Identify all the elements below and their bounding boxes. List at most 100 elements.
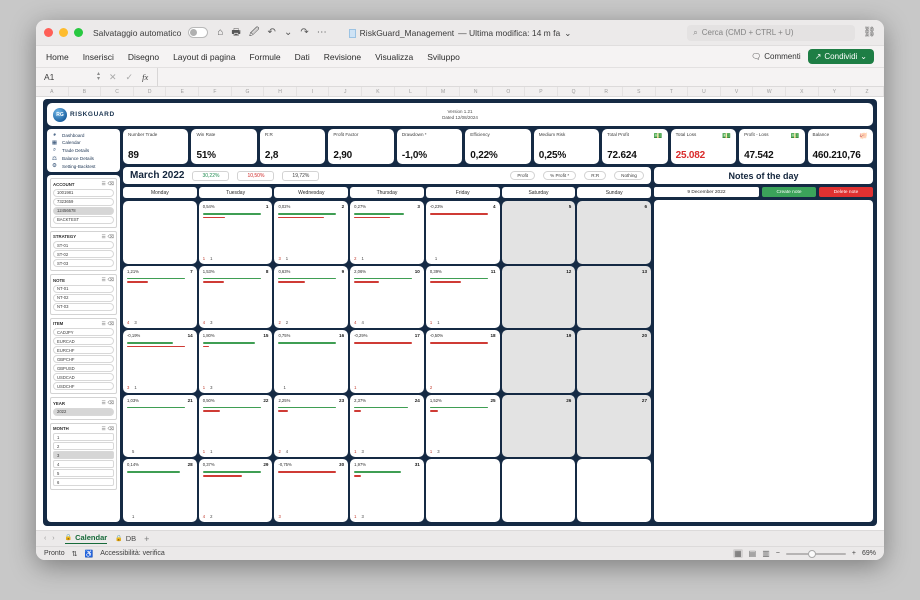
column-header-m[interactable]: M [427,87,460,96]
delete-note-button[interactable]: Delete note [819,187,873,197]
column-header-p[interactable]: P [525,87,558,96]
sidebar-item-calendar[interactable]: ▦ Calendar [51,140,116,146]
filter-option-1001981[interactable]: 1001981 [53,188,114,197]
calendar-day-cell[interactable]: 1,97% 31 1 3 [350,459,424,522]
column-header-x[interactable]: X [786,87,819,96]
multi-select-icon[interactable]: ☰ [102,426,106,432]
sidebar-item-balance-details[interactable]: ⚖ Balance Details [51,156,116,162]
calendar-day-cell[interactable]: 5 [501,201,576,264]
column-header-v[interactable]: V [721,87,754,96]
filter-option-7323659[interactable]: 7323659 [53,197,114,206]
note-date-field[interactable]: 9 December 2022 [654,187,759,197]
column-header-s[interactable]: S [623,87,656,96]
column-header-a[interactable]: A [36,87,69,96]
mode-nothing-button[interactable]: Nothing [614,171,644,180]
calendar-day-cell[interactable]: 2,37% 24 1 3 [350,394,424,458]
column-header-h[interactable]: H [264,87,297,96]
undo-icon[interactable]: ↶ [268,27,276,38]
filter-option-st-03[interactable]: ST-03 [53,259,114,267]
filter-option-eurcad[interactable]: EURCAD [53,337,114,345]
filter-option-1[interactable]: 1 [53,433,114,441]
cancel-formula-icon[interactable]: ✕ [109,72,117,83]
calendar-day-cell[interactable]: -0,19% 14 3 1 [123,330,197,393]
calendar-day-cell[interactable]: 2,06% 10 4 4 [350,265,424,329]
column-header-b[interactable]: B [69,87,102,96]
calendar-day-cell[interactable]: 1,21% 7 4 3 [123,265,197,329]
column-header-j[interactable]: J [329,87,363,96]
name-box[interactable]: A1 ▴ ▾ [44,71,100,82]
calendar-day-cell[interactable] [577,459,652,522]
multi-select-icon[interactable]: ☰ [102,400,106,406]
title-chevron-down-icon[interactable]: ⌄ [564,28,571,39]
filter-option-eurchf[interactable]: EURCHF [53,346,114,354]
zoom-out-button[interactable]: − [776,550,780,557]
page-layout-view-icon[interactable]: ▤ [749,549,757,558]
calendar-day-cell[interactable]: -0,29% 17 1 [350,330,424,393]
filter-option-gbpchf[interactable]: GBPCHF [53,355,114,363]
clear-filter-icon[interactable]: ⌫ [108,321,114,327]
calendar-day-cell[interactable]: 19 [501,330,576,393]
calendar-day-cell[interactable]: 0,37% 29 4 2 [198,459,273,522]
tab-sviluppo[interactable]: Sviluppo [427,52,460,62]
sheet-tab-db[interactable]: 🔒 DB [115,534,136,543]
tab-visualizza[interactable]: Visualizza [375,52,413,62]
column-header-l[interactable]: L [395,87,428,96]
tab-layout-di-pagina[interactable]: Layout di pagina [173,52,235,62]
column-header-i[interactable]: I [297,87,330,96]
window-controls[interactable] [44,28,83,37]
redo-icon[interactable]: ↷ [300,27,308,38]
multi-select-icon[interactable]: ☰ [102,234,106,240]
calendar-day-cell[interactable]: 0,63% 9 2 2 [274,265,349,329]
filter-option-4[interactable]: 4 [53,460,114,468]
column-header-g[interactable]: G [232,87,265,96]
tab-home[interactable]: Home [46,52,69,62]
filter-option-cadjpy[interactable]: CADJPY [53,328,114,336]
multi-select-icon[interactable]: ☰ [102,321,106,327]
column-header-n[interactable]: N [460,87,493,96]
filter-option-12456678[interactable]: 12456678 [53,206,114,215]
edit-icon[interactable]: 🖉 [249,27,260,38]
clear-filter-icon[interactable]: ⌫ [108,181,114,187]
filter-option-3[interactable]: 3 [53,451,114,459]
column-header-c[interactable]: C [101,87,134,96]
chevron-down-icon[interactable]: ⌄ [284,27,292,38]
filter-option-nt-03[interactable]: NT-03 [53,302,114,311]
calendar-day-cell[interactable]: 1,03% 21 5 [123,394,197,458]
multi-select-icon[interactable]: ☰ [102,181,106,187]
clear-filter-icon[interactable]: ⌫ [108,400,114,406]
accessibility-label[interactable]: Accessibilità: verifica [100,550,165,557]
sidebar-item-trade-details[interactable]: ⌕ Trade Details [51,147,116,154]
tab-revisione[interactable]: Revisione [324,52,361,62]
page-break-view-icon[interactable]: ▥ [762,549,770,558]
sidebar-item-setting-backtest[interactable]: ⚙ Setting-Backtest [51,163,116,169]
filter-option-st-01[interactable]: ST-01 [53,241,114,249]
print-icon[interactable]: 🖶 [231,27,240,38]
zoom-slider[interactable] [785,549,846,558]
calendar-day-cell[interactable]: 6 [577,201,652,264]
filter-option-2[interactable]: 2 [53,442,114,450]
sheet-tab-calendar[interactable]: 🔒 Calendar [64,533,108,544]
tab-disegno[interactable]: Disegno [128,52,159,62]
tab-dati[interactable]: Dati [295,52,310,62]
calendar-day-cell[interactable]: 1,52% 25 1 3 [425,394,500,458]
calendar-day-cell[interactable]: 27 [577,394,652,458]
calendar-day-cell[interactable]: 0,54% 1 1 1 [198,201,273,264]
filter-option-2022[interactable]: 2022 [53,407,114,416]
calendar-day-cell[interactable]: 0,75% 16 1 [274,330,349,393]
sidebar-item-dashboard[interactable]: ◕ Dashboard [51,132,116,138]
calendar-day-cell[interactable]: 0,02% 2 3 1 [274,201,349,264]
filter-option-nt-01[interactable]: NT-01 [53,284,114,293]
calendar-day-cell[interactable]: 1,80% 15 1 3 [198,330,273,393]
maximize-window-button[interactable] [74,28,83,37]
calendar-day-cell[interactable] [501,459,576,522]
calendar-day-cell[interactable]: 0,50% 22 1 1 [198,394,273,458]
column-header-y[interactable]: Y [819,87,852,96]
clear-filter-icon[interactable]: ⌫ [108,234,114,240]
close-window-button[interactable] [44,28,53,37]
add-sheet-button[interactable]: + [144,534,149,544]
calendar-day-cell[interactable]: -0,50% 18 2 [425,330,500,393]
column-header-q[interactable]: Q [558,87,591,96]
mode-percent-profit-button[interactable]: % Profit * [543,171,577,180]
filter-option-usdcad[interactable]: USDCAD [53,373,114,381]
column-header-d[interactable]: D [134,87,167,96]
